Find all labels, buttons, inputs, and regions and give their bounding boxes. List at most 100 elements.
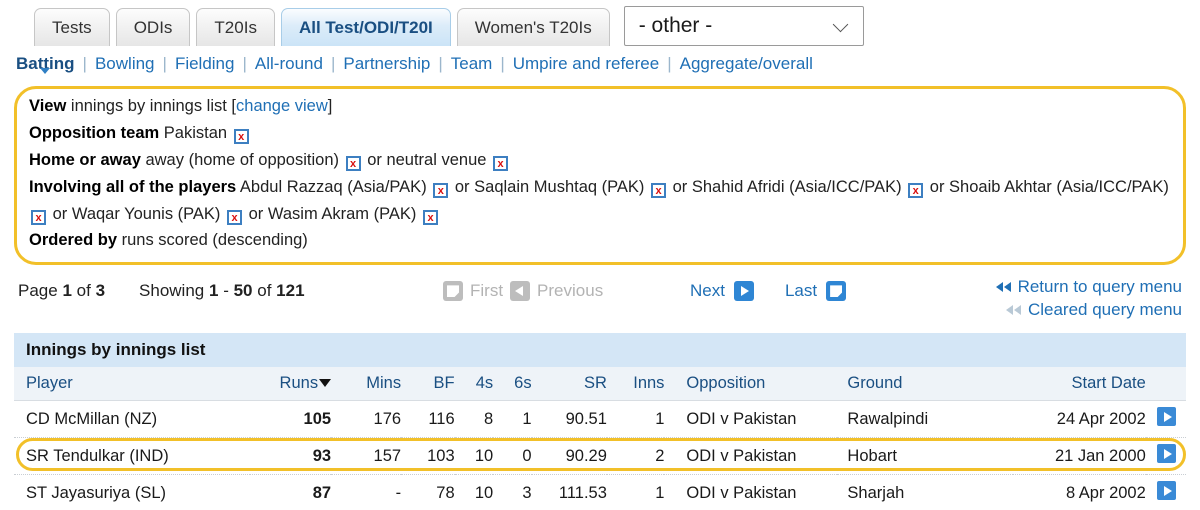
query-homeaway-value: away (home of opposition) [145, 150, 339, 169]
nav-separator: | [82, 54, 87, 73]
cleared-query-menu-label: Cleared query menu [1027, 300, 1182, 320]
cell-sr: 90.51 [531, 400, 607, 439]
results-table: Player Runs Mins BF 4s 6s SR Inns Opposi… [14, 367, 1186, 510]
showing-word: Showing [139, 281, 205, 301]
query-player-value: Shahid Afridi (Asia/ICC/PAK) [691, 177, 902, 196]
nav-item-umpire-and-referee[interactable]: Umpire and referee [513, 54, 659, 74]
query-players-label: Involving all of the players [29, 177, 237, 196]
nav-item-partnership[interactable]: Partnership [343, 54, 430, 74]
change-view-link[interactable]: change view [236, 97, 328, 115]
column-header-player[interactable]: Player [14, 367, 251, 402]
query-line-opposition: Opposition team Pakistan x [29, 120, 1169, 147]
page-indicator: Page 1 of 3 [18, 281, 105, 301]
previous-page-label: Previous [537, 281, 604, 301]
cell-player: ST Jayasuriya (SL) [14, 474, 251, 510]
table-row[interactable]: ST Jayasuriya (SL) 87 - 78 10 3 111.53 1… [14, 474, 1186, 510]
remove-x-icon[interactable]: x [227, 209, 243, 225]
column-header-mins[interactable]: Mins [331, 367, 402, 402]
tab-tests[interactable]: Tests [34, 8, 110, 46]
nav-item-bowling[interactable]: Bowling [95, 54, 155, 74]
remove-x-icon[interactable]: x [493, 155, 509, 171]
last-page-icon[interactable] [826, 281, 847, 302]
column-header-start-date[interactable]: Start Date [1012, 367, 1146, 402]
cell-6s: 3 [493, 474, 532, 510]
nav-item-aggregate-overall[interactable]: Aggregate/overall [680, 54, 813, 74]
cell-start-date: 21 Jan 2000 [1012, 437, 1146, 476]
column-header-opposition[interactable]: Opposition [664, 367, 838, 402]
return-to-query-menu-link[interactable]: Return to query menu [995, 277, 1182, 297]
query-player-joiner: or [672, 177, 688, 196]
nav-item-all-round[interactable]: All-round [255, 54, 323, 74]
last-page-label[interactable]: Last [785, 281, 817, 301]
table-header-row: Player Runs Mins BF 4s 6s SR Inns Opposi… [14, 367, 1186, 402]
chevron-down-icon [834, 19, 849, 34]
remove-x-icon[interactable]: x [345, 155, 361, 171]
nav-separator: | [242, 54, 247, 73]
table-row[interactable]: CD McMillan (NZ) 105 176 116 8 1 90.51 1… [14, 400, 1186, 439]
tab-label: ODIs [133, 17, 173, 37]
column-header-inns[interactable]: Inns [606, 367, 665, 402]
go-arrow-icon[interactable] [1157, 407, 1176, 427]
column-header-bf[interactable]: BF [401, 367, 455, 402]
tab-womens-t20is[interactable]: Women's T20Is [456, 8, 610, 46]
nav-item-fielding[interactable]: Fielding [175, 54, 235, 74]
showing-indicator: Showing 1 - 50 of 121 [139, 281, 305, 301]
remove-x-icon[interactable]: x [233, 128, 249, 144]
column-header-runs[interactable]: Runs [250, 367, 332, 402]
other-format-select[interactable]: - other - [623, 6, 864, 46]
showing-from: 1 [208, 281, 219, 301]
results-table-title: Innings by innings list [14, 333, 1186, 368]
query-player-value: Saqlain Mushtaq (PAK) [474, 177, 645, 196]
cell-sr: 111.53 [531, 474, 607, 510]
query-player-joiner: or [454, 177, 470, 196]
query-homeaway-label: Home or away [29, 150, 141, 169]
double-left-arrow-faint-icon [1005, 305, 1021, 316]
query-ordered-label: Ordered by [29, 231, 118, 250]
go-arrow-icon[interactable] [1157, 444, 1176, 464]
cell-runs: 93 [250, 437, 332, 476]
query-player-value: Abdul Razzaq (Asia/PAK) [239, 177, 427, 196]
query-homeaway-or: or neutral venue [367, 150, 487, 169]
go-arrow-icon[interactable] [1157, 481, 1176, 501]
cell-4s: 10 [454, 437, 494, 476]
remove-x-icon[interactable]: x [31, 209, 46, 225]
showing-to: 50 [233, 281, 253, 301]
cell-sr: 90.29 [531, 437, 607, 476]
nav-separator: | [500, 54, 505, 73]
remove-x-icon[interactable]: x [908, 182, 924, 198]
cell-action [1145, 400, 1186, 439]
cleared-query-menu-link[interactable]: Cleared query menu [996, 300, 1182, 320]
other-format-select-value: - other - [638, 14, 713, 37]
remove-x-icon[interactable]: x [651, 182, 667, 198]
cell-mins: 157 [331, 437, 402, 476]
tab-label: Tests [52, 17, 92, 37]
next-page-label[interactable]: Next [690, 281, 725, 301]
query-menu-links: Return to query menu Cleared query menu [995, 277, 1182, 323]
nav-item-team[interactable]: Team [451, 54, 493, 74]
column-header-6s[interactable]: 6s [493, 367, 532, 402]
table-row[interactable]: SR Tendulkar (IND) 93 157 103 10 0 90.29… [14, 437, 1186, 476]
pagination-forward-controls: Next Last [690, 281, 847, 302]
cell-action [1145, 474, 1186, 510]
tab-label: Women's T20Is [474, 17, 592, 37]
tab-all-test-odi-t20i[interactable]: All Test/ODI/T20I [280, 8, 451, 46]
query-summary-box: View innings by innings list [change vie… [14, 86, 1186, 266]
next-arrow-icon[interactable] [733, 281, 754, 302]
column-header-ground[interactable]: Ground [837, 367, 1013, 402]
cell-mins: - [331, 474, 402, 510]
showing-total: 121 [276, 281, 305, 301]
remove-x-icon[interactable]: x [433, 182, 449, 198]
column-header-sr[interactable]: SR [531, 367, 607, 402]
cell-4s: 8 [454, 400, 494, 439]
cell-action [1145, 437, 1186, 476]
cell-runs: 87 [250, 474, 332, 510]
column-header-4s[interactable]: 4s [454, 367, 494, 402]
cell-mins: 176 [331, 400, 402, 439]
tab-odis[interactable]: ODIs [115, 8, 191, 46]
remove-x-icon[interactable]: x [423, 209, 438, 225]
cell-bf: 78 [401, 474, 455, 510]
tab-t20is[interactable]: T20Is [196, 8, 275, 46]
query-player-value: Wasim Akram (PAK) [267, 204, 417, 223]
page-word: Page [18, 281, 58, 301]
first-page-icon [443, 281, 463, 302]
